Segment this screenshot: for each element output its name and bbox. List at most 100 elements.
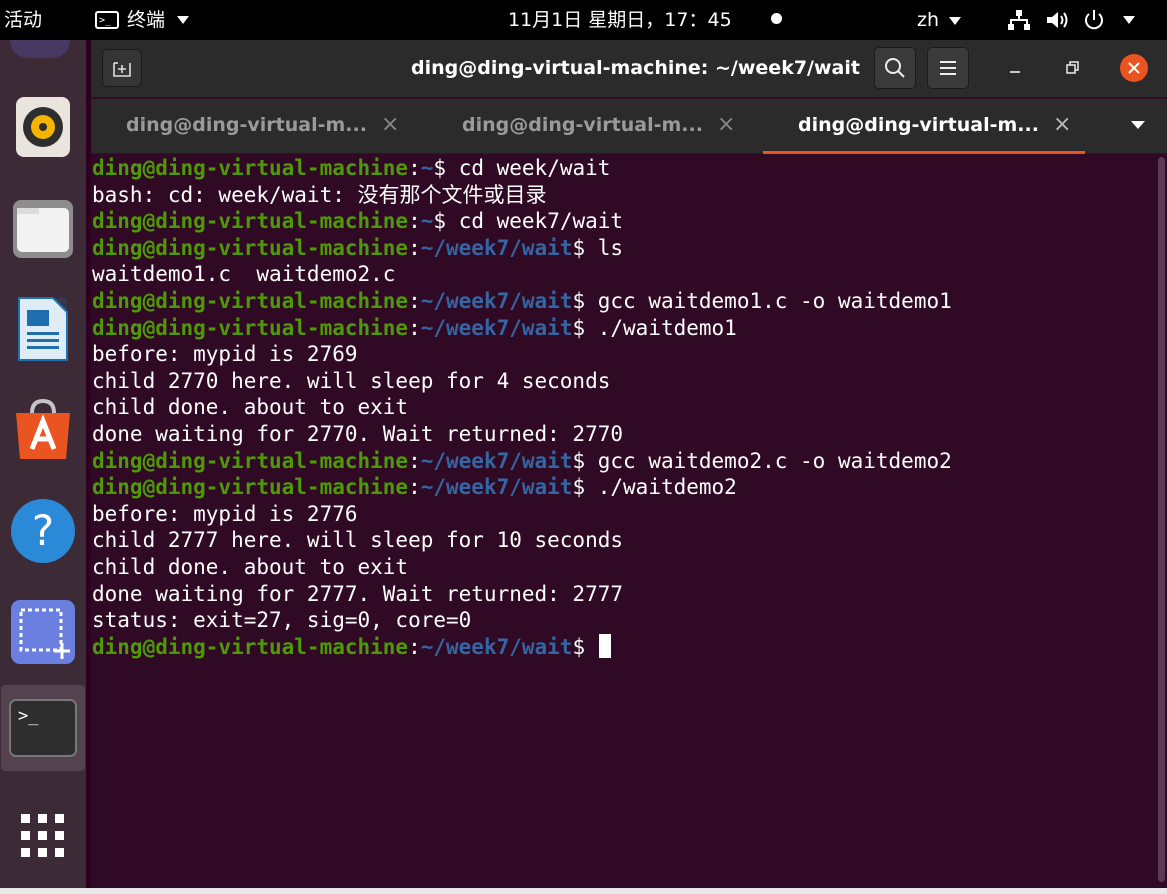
chevron-down-icon [949,16,962,25]
header-bar: ding@ding-virtual-machine: ~/week7/wait [91,40,1167,98]
rhythmbox-icon [16,97,70,157]
dock-item-show-apps[interactable] [0,793,86,879]
dock-item-files[interactable] [0,185,86,271]
scrollbar[interactable] [1155,155,1167,888]
dock: ? >_ [0,40,86,888]
activities-button[interactable]: 活动 [4,0,42,40]
prompt-line: ding@ding-virtual-machine:~/week7/wait$ … [92,235,952,262]
tab-close-icon[interactable]: × [381,99,399,151]
window-title: ding@ding-virtual-machine: ~/week7/wait [411,57,860,79]
prompt-user: ding@ding-virtual-machine [92,634,409,659]
prompt-symbol: $ [572,634,586,659]
output-line: child done. about to exit [92,394,952,421]
prompt-symbol: $ [572,288,586,313]
prompt-path: ~ [420,156,434,180]
terminal-lines: ding@ding-virtual-machine:~$ cd week/wai… [92,155,952,660]
volume-icon [1047,12,1068,28]
prompt-line: ding@ding-virtual-machine:~/week7/wait$ … [92,474,952,501]
dock-item-rhythmbox[interactable] [0,84,86,170]
tab-close-icon[interactable]: × [717,99,735,151]
chevron-down-icon [1123,16,1135,24]
dock-item-software[interactable] [0,387,86,473]
close-button[interactable] [1120,54,1148,82]
command-text: ./waitdemo1 [585,315,737,340]
app-menu-label: 终端 [127,9,166,31]
prompt-user: ding@ding-virtual-machine [92,315,409,340]
minimize-button[interactable] [1001,54,1029,82]
svg-text:>_: >_ [18,706,39,726]
scrollbar-thumb[interactable] [1158,157,1165,882]
maximize-button[interactable] [1059,54,1087,82]
prompt-path: ~ [420,209,434,234]
prompt-user: ding@ding-virtual-machine [92,235,409,260]
input-method-menu[interactable]: zh [917,0,962,40]
clock[interactable]: 11月1日 星期日，17：45 [508,0,732,40]
prompt-separator: : [408,448,421,473]
prompt-path: ~/week7/wait [420,315,573,340]
dock-item-terminal[interactable]: >_ [1,685,85,771]
prompt-path: ~/week7/wait [420,288,573,313]
screenshot-icon [11,600,75,664]
dock-item-help[interactable]: ? [0,488,86,574]
top-bar: 活动 终端 11月1日 星期日，17：45 zh [0,0,1167,41]
output-text: done waiting for 2770. Wait returned: 27… [92,421,624,446]
prompt-line: ding@ding-virtual-machine:~$ cd week/wai… [92,155,952,182]
tab-1[interactable]: ding@ding-virtual-m... × [91,99,427,154]
menu-button[interactable] [927,47,969,89]
text-cursor [598,633,611,658]
output-text: bash: cd: week/wait: 没有那个文件或目录 [92,182,547,207]
dock-partial-icon [10,40,70,58]
tab-label: ding@ding-virtual-m... [798,114,1039,136]
system-menu[interactable] [1007,0,1135,40]
prompt-symbol: $ [572,475,586,500]
prompt-separator: : [408,209,421,234]
output-text: done waiting for 2777. Wait returned: 27… [92,581,624,606]
tab-close-icon[interactable]: × [1053,99,1071,151]
prompt-line: ding@ding-virtual-machine:~/week7/wait$ [92,633,952,661]
prompt-symbol: $ [572,448,586,473]
prompt-user: ding@ding-virtual-machine [92,475,409,500]
prompt-user: ding@ding-virtual-machine [92,448,409,473]
show-apps-icon [21,814,64,857]
output-text: status: exit=27, sig=0, core=0 [92,608,472,633]
prompt-symbol: $ [572,315,586,340]
output-text: child 2770 here. will sleep for 4 second… [92,368,611,393]
close-icon [1128,62,1140,74]
command-text: cd week/wait [446,156,611,180]
search-button[interactable] [874,47,916,89]
command-text: ./waitdemo2 [585,475,737,500]
ubuntu-software-icon [16,399,70,459]
output-line: before: mypid is 2776 [92,501,952,528]
dock-item-writer[interactable] [0,286,86,372]
prompt-separator: : [408,315,421,340]
prompt-symbol: $ [433,209,447,234]
prompt-separator: : [408,475,421,500]
prompt-path: ~/week7/wait [420,448,573,473]
tab-bar: ding@ding-virtual-m... × ding@ding-virtu… [91,99,1167,154]
app-menu[interactable]: 终端 [95,0,190,41]
power-icon [1085,10,1103,30]
hamburger-icon [940,61,956,75]
new-tab-icon [113,62,131,77]
restore-icon [1066,61,1079,74]
output-line: done waiting for 2770. Wait returned: 27… [92,421,952,448]
tab-2[interactable]: ding@ding-virtual-m... × [427,99,763,154]
network-icon [1008,10,1030,30]
output-line: child 2777 here. will sleep for 10 secon… [92,527,952,554]
tab-3[interactable]: ding@ding-virtual-m... × [763,99,1099,154]
prompt-symbol: $ [572,235,586,260]
prompt-symbol: $ [433,156,447,180]
terminal-output[interactable]: ding@ding-virtual-machine:~$ cd week/wai… [91,155,1155,888]
tab-list-chevron-down-icon[interactable] [1131,121,1145,129]
dock-item-screenshot[interactable] [0,589,86,675]
minimize-icon [1010,71,1020,73]
prompt-path: ~/week7/wait [420,475,573,500]
terminal-icon [95,1,119,41]
prompt-line: ding@ding-virtual-machine:~/week7/wait$ … [92,448,952,475]
language-label: zh [917,9,940,31]
output-text: before: mypid is 2776 [92,501,358,526]
bottom-edge [0,888,1167,894]
prompt-path: ~/week7/wait [420,634,573,659]
new-tab-button[interactable] [102,49,142,87]
svg-text:?: ? [32,506,54,555]
